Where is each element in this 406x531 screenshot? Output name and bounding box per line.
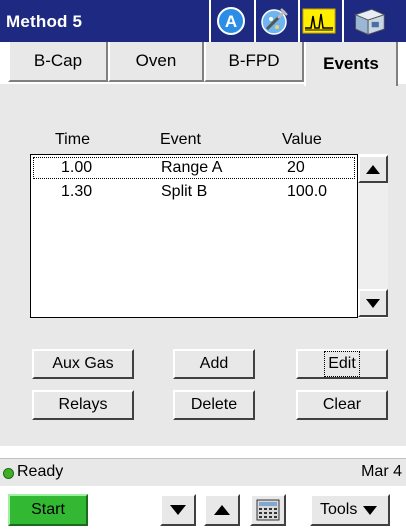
title-separator [342,0,344,42]
table-row[interactable]: 1.00 Range A 20 [33,157,355,179]
tab-label: B-FPD [228,51,280,70]
button-label: Delete [190,396,238,413]
cell-value: 20 [287,159,305,176]
up-arrow-button[interactable] [204,494,240,526]
relays-button[interactable]: Relays [32,390,134,420]
column-header-event: Event [160,131,201,148]
status-indicator-icon [3,468,14,479]
tools-menu-button[interactable]: Tools [310,494,390,526]
autosampler-icon[interactable]: A [214,4,248,38]
cell-event: Range A [161,159,223,176]
edit-button[interactable]: Edit [296,349,388,379]
arrow-up-icon [366,164,380,174]
tab-label: B-Cap [33,51,83,70]
tab-b-fpd[interactable]: B-FPD [204,42,304,82]
instrument-icon[interactable] [352,4,386,38]
tab-events[interactable]: Events [304,42,398,86]
down-arrow-button[interactable] [160,494,196,526]
button-label: Start [31,501,65,518]
button-label: Edit [324,351,360,377]
button-label: Tools [320,501,358,518]
cell-time: 1.30 [61,183,93,200]
calculator-icon [256,499,280,521]
status-text: Ready [17,463,64,480]
cell-event: Split B [161,183,208,200]
column-header-time: Time [55,131,90,148]
delete-button[interactable]: Delete [173,390,255,420]
button-label: Relays [58,396,108,413]
status-bar: Ready Mar 4 [0,458,406,486]
tab-oven[interactable]: Oven [108,42,204,82]
start-button[interactable]: Start [8,494,88,526]
cell-time: 1.00 [61,159,93,176]
chromatogram-icon[interactable] [302,4,336,38]
title-separator [209,0,211,42]
arrow-down-icon [366,298,380,308]
aux-gas-button[interactable]: Aux Gas [32,349,134,379]
scroll-track[interactable] [358,180,388,290]
chevron-down-icon [363,505,378,515]
table-row[interactable]: 1.30 Split B 100.0 [33,181,355,203]
clear-button[interactable]: Clear [296,390,388,420]
tools-wrench-icon[interactable] [258,4,292,38]
tab-label: Oven [135,51,177,70]
add-button[interactable]: Add [173,349,255,379]
method-title: Method 5 [6,12,83,31]
arrow-up-icon [214,505,230,515]
tab-label: Events [323,54,379,73]
column-header-value: Value [282,131,322,148]
tab-b-cap[interactable]: B-Cap [8,42,108,82]
arrow-down-icon [170,505,186,515]
button-label: Clear [322,396,362,413]
status-date: Mar 4 [361,463,402,480]
calculator-button[interactable] [250,494,286,526]
scroll-up-button[interactable] [358,155,388,183]
scroll-down-button[interactable] [358,289,388,317]
svg-text:A: A [225,12,237,31]
button-label: Aux Gas [52,355,114,372]
title-separator [254,0,256,42]
cell-value: 100.0 [287,183,328,200]
title-separator [298,0,300,42]
events-list[interactable]: 1.00 Range A 20 1.30 Split B 100.0 [30,154,358,318]
button-label: Add [199,355,229,372]
